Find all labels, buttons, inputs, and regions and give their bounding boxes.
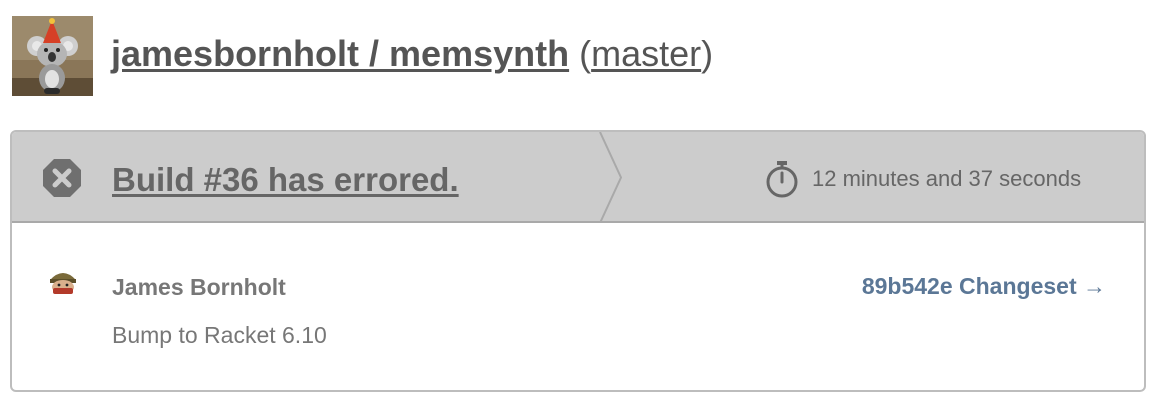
build-card: Build #36 has errored. 12 minutes and 37… — [10, 130, 1146, 392]
build-status-bar: Build #36 has errored. 12 minutes and 37… — [12, 132, 1144, 223]
changeset-link[interactable]: 89b542e Changeset → — [862, 273, 1106, 300]
owner-avatar[interactable] — [12, 16, 93, 96]
commit-message: Bump to Racket 6.10 — [112, 322, 327, 348]
chevron-divider — [599, 132, 623, 223]
stopwatch-icon — [766, 161, 798, 198]
repo-link[interactable]: jamesbornholt / memsynth — [111, 33, 569, 74]
build-status-link[interactable]: Build #36 has errored. — [112, 161, 459, 199]
branch-close-paren: ) — [701, 33, 714, 74]
koala-avatar-icon — [12, 16, 93, 96]
error-x-icon — [43, 159, 81, 197]
build-duration: 12 minutes and 37 seconds — [812, 166, 1082, 191]
repo-title: jamesbornholt / memsynth (master) — [111, 33, 713, 75]
build-page: jamesbornholt / memsynth (master) Build … — [0, 0, 1160, 406]
author-avatar-icon — [48, 268, 78, 296]
commit-author: James Bornholt — [112, 274, 286, 300]
branch-open-paren: ( — [579, 33, 592, 74]
branch-link[interactable]: master — [591, 33, 701, 74]
repo-header: jamesbornholt / memsynth (master) — [12, 16, 713, 96]
